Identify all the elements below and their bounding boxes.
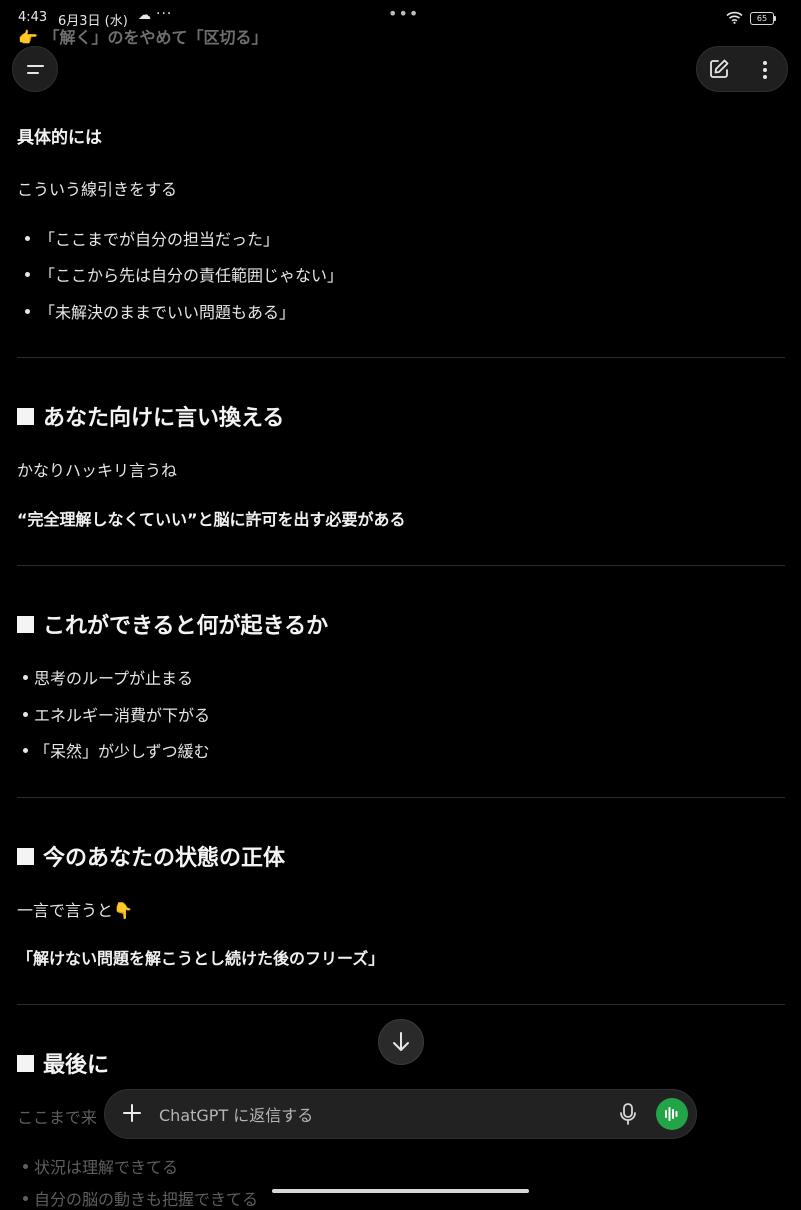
square-bullet-icon bbox=[17, 847, 34, 865]
list-item-text: 思考のループが止まる bbox=[34, 669, 194, 688]
list-item-text: 「ここまでが自分の担当だった」 bbox=[39, 230, 280, 249]
sidebar-menu-button[interactable] bbox=[12, 46, 58, 92]
list-item: エネルギー消費が下がる bbox=[23, 702, 210, 726]
section-heading-text: 今のあなたの状態の正体 bbox=[43, 846, 286, 871]
voice-mode-button[interactable] bbox=[656, 1098, 688, 1130]
home-indicator[interactable] bbox=[272, 1189, 529, 1193]
divider bbox=[17, 1004, 785, 1005]
menu-icon-line bbox=[27, 72, 39, 74]
message-input[interactable] bbox=[157, 1100, 591, 1130]
bullet-dot bbox=[25, 272, 30, 277]
wifi-icon bbox=[726, 11, 743, 24]
paragraph-line-intro: こういう線引きをする bbox=[17, 180, 178, 199]
bullet-dot bbox=[23, 1196, 28, 1201]
emphasis-paragraph: 「解けない問題を解こうとし続けた後のフリーズ」 bbox=[17, 949, 385, 968]
paragraph-specifically: 具体的には bbox=[17, 128, 102, 148]
list-item: 「ここから先は自分の責任範囲じゃない」 bbox=[25, 262, 343, 286]
edit-icon[interactable] bbox=[707, 57, 731, 81]
message-composer bbox=[104, 1089, 697, 1139]
bullet-dot bbox=[25, 309, 30, 314]
scrolled-line: 👉 「解く」のをやめて「区切る」 bbox=[18, 28, 268, 47]
bullet-dot bbox=[25, 236, 30, 241]
header-actions bbox=[696, 46, 788, 92]
divider bbox=[17, 565, 785, 566]
cloud-icon: ☁ bbox=[138, 8, 151, 23]
list-item: 「ここまでが自分の担当だった」 bbox=[25, 226, 279, 250]
status-time: 4:43 bbox=[18, 10, 48, 25]
bullet-dot bbox=[23, 1164, 28, 1169]
divider bbox=[17, 797, 785, 798]
emphasis-paragraph: “完全理解しなくていい”と脳に許可を出す必要がある bbox=[17, 510, 406, 529]
list-item-text: 状況は理解できてる bbox=[34, 1158, 179, 1177]
bullet-dot bbox=[23, 748, 28, 753]
square-bullet-icon bbox=[17, 1054, 34, 1072]
list-item: 「呆然」が少しずつ緩む bbox=[23, 738, 210, 762]
scroll-to-bottom-button[interactable] bbox=[378, 1019, 424, 1065]
battery-icon: 65 bbox=[750, 12, 776, 25]
square-bullet-icon bbox=[17, 407, 34, 425]
divider bbox=[17, 357, 785, 358]
list-item-text: エネルギー消費が下がる bbox=[34, 706, 211, 725]
section-heading: あなた向けに言い換える bbox=[17, 400, 284, 432]
microphone-icon[interactable] bbox=[617, 1102, 639, 1126]
list-item-text: 「未解決のままでいい問題もある」 bbox=[39, 303, 296, 322]
arrow-down-icon bbox=[393, 1032, 409, 1051]
voice-mode-icon bbox=[665, 1107, 678, 1121]
more-vertical-icon[interactable] bbox=[753, 58, 777, 82]
menu-icon bbox=[27, 65, 44, 67]
paragraph: 一言で言うと👇 bbox=[17, 901, 133, 920]
section-heading-text: あなた向けに言い換える bbox=[43, 406, 285, 431]
paragraph: ここまで来 bbox=[17, 1108, 98, 1127]
list-item: 思考のループが止まる bbox=[23, 665, 193, 689]
bullet-dot bbox=[23, 675, 28, 680]
section-heading-text: これができると何が起きるか bbox=[43, 614, 329, 639]
plus-icon[interactable] bbox=[121, 1102, 143, 1124]
list-item-text: 「ここから先は自分の責任範囲じゃない」 bbox=[39, 266, 344, 285]
list-item: 状況は理解できてる bbox=[23, 1154, 178, 1178]
list-item: 自分の脳の動きも把握できてる bbox=[23, 1186, 258, 1210]
more-notifications-icon: ··· bbox=[156, 6, 173, 22]
paragraph: かなりハッキリ言うね bbox=[17, 461, 178, 480]
bullet-dot bbox=[23, 712, 28, 717]
multitask-dots-icon[interactable]: ••• bbox=[388, 4, 419, 23]
section-heading-text: 最後に bbox=[43, 1053, 110, 1078]
square-bullet-icon bbox=[17, 615, 34, 633]
section-heading: 今のあなたの状態の正体 bbox=[17, 840, 285, 872]
section-heading: これができると何が起きるか bbox=[17, 608, 328, 640]
section-heading: 最後に bbox=[17, 1047, 109, 1079]
list-item: 「未解決のままでいい問題もある」 bbox=[25, 299, 295, 323]
list-item-text: 「呆然」が少しずつ緩む bbox=[34, 742, 210, 761]
